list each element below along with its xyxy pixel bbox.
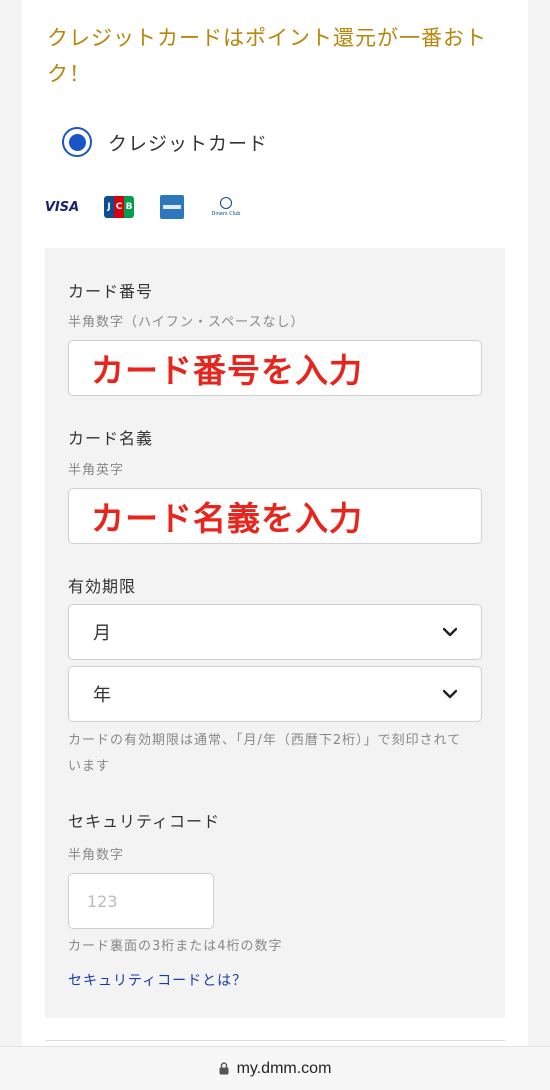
lock-icon [219, 1062, 229, 1075]
expiry-year-value: 年 [93, 685, 111, 706]
card-form: カード番号 半角数字（ハイフン・スペースなし） カード番号を入力 カード名義 半… [45, 248, 505, 1018]
security-code-note: カード裏面の3桁または4桁の数字 [68, 939, 283, 954]
card-number-label: カード番号 [68, 282, 154, 301]
divider [45, 1040, 505, 1041]
card-number-overlay: カード番号を入力 [91, 351, 363, 390]
chevron-down-icon [443, 689, 457, 699]
diners-logo: Diners Club [210, 194, 242, 220]
credit-card-label: クレジットカード [108, 132, 269, 155]
expiry-month-value: 月 [93, 623, 111, 644]
page-panel: クレジットカードはポイント還元が一番おトク！ クレジットカード VISA J C… [22, 0, 528, 1090]
card-brands: VISA J C B Diners Club [44, 192, 268, 222]
expiry-note: カードの有効期限は通常、「月/年（西暦下2桁）」で刻印されています [68, 733, 462, 774]
security-code-label: セキュリティコード [68, 812, 221, 831]
card-name-overlay: カード名義を入力 [91, 499, 363, 538]
card-number-input[interactable]: カード番号を入力 [68, 340, 482, 396]
security-code-input[interactable]: 123 [68, 873, 214, 929]
credit-card-option[interactable]: クレジットカード [62, 122, 268, 162]
security-code-hint: 半角数字 [68, 848, 125, 863]
security-code-placeholder: 123 [87, 891, 118, 911]
chevron-down-icon [443, 627, 457, 637]
credit-card-radio[interactable] [62, 127, 92, 157]
expiry-month-select[interactable]: 月 [68, 604, 482, 660]
jcb-logo: J C B [104, 196, 134, 218]
amex-logo [160, 195, 184, 219]
radio-selected-dot [68, 133, 86, 151]
expiry-label: 有効期限 [68, 577, 137, 596]
card-name-input[interactable]: カード名義を入力 [68, 488, 482, 544]
expiry-year-select[interactable]: 年 [68, 666, 482, 722]
card-name-hint: 半角英字 [68, 463, 125, 478]
card-name-label: カード名義 [68, 429, 154, 448]
browser-url-bar[interactable]: my.dmm.com [0, 1046, 550, 1090]
promo-text: クレジットカードはポイント還元が一番おトク！ [47, 26, 487, 86]
visa-logo: VISA [44, 199, 80, 215]
url-text: my.dmm.com [236, 1059, 332, 1077]
card-number-hint: 半角数字（ハイフン・スペースなし） [68, 315, 305, 330]
security-code-help-link[interactable]: セキュリティコードとは？ [68, 970, 247, 990]
